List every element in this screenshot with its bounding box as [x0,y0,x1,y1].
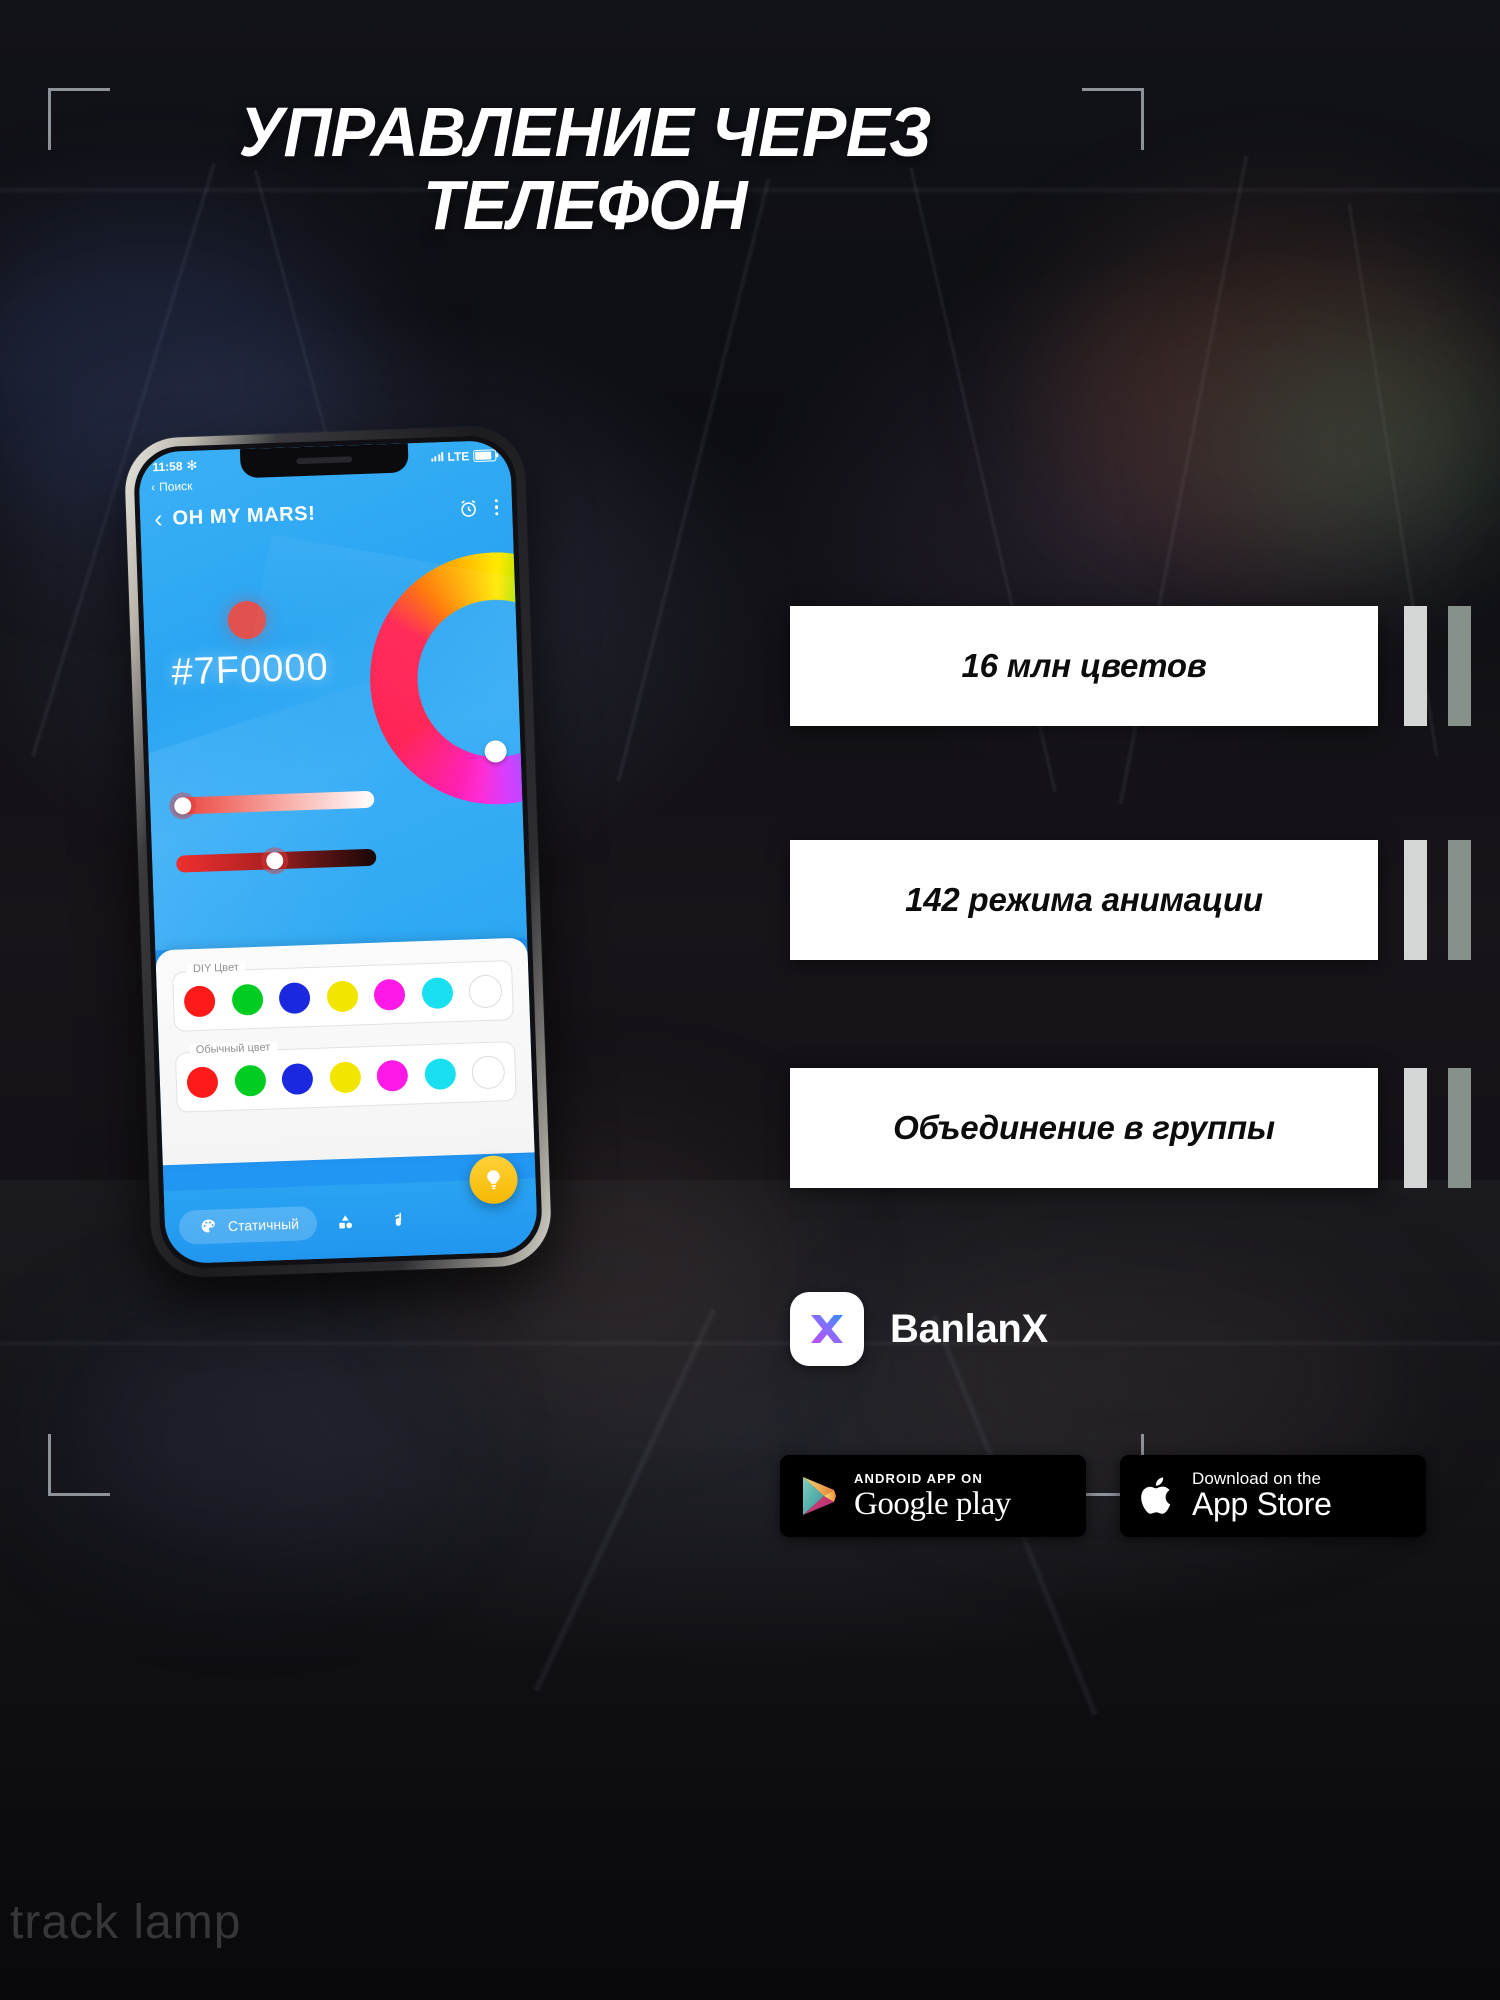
accent-bar-light [1404,1068,1427,1188]
phone-screen[interactable]: #7F0000 11:58 ✻ LTE ‹ Поиск ‹ OH MY MARS… [137,439,539,1265]
carrier-back-label[interactable]: ‹ Поиск [151,479,193,494]
alarm-clock-icon[interactable] [457,497,479,519]
tab-scene[interactable] [323,1211,370,1232]
color-swatch[interactable] [281,1063,314,1096]
color-swatch[interactable] [328,1061,361,1094]
chevron-left-icon[interactable]: ‹ [154,504,163,532]
lightbulb-icon [487,1170,500,1190]
color-swatch[interactable] [233,1064,266,1097]
color-wheel-handle[interactable] [484,740,507,763]
feature-label: 16 млн цветов [961,647,1207,684]
google-play-badge-top-label: ANDROID APP ON [854,1470,983,1486]
normal-color-legend: Обычный цвет [189,1041,277,1057]
color-swatch[interactable] [471,1055,506,1090]
accent-bar-dark [1448,606,1471,726]
brand-name: BanlanX [890,1306,1048,1351]
phone-notch [239,443,409,479]
color-wheel-ring-icon[interactable] [365,548,528,809]
diy-color-legend: DIY Цвет [186,961,246,976]
color-swatch[interactable] [183,985,216,1018]
carrier-label-text: Поиск [158,478,193,495]
headline-line-1: УПРАВЛЕНИЕ ЧЕРЕЗ [238,93,932,171]
headline-line-2: ТЕЛЕФОН [422,165,748,244]
saturation-slider[interactable] [174,790,375,815]
feature-box-animations: 142 режима анимации [790,840,1378,960]
network-label: LTE [447,448,470,464]
google-play-badge[interactable]: ANDROID APP ON Google play [780,1455,1086,1537]
phone-body: #7F0000 11:58 ✻ LTE ‹ Поиск ‹ OH MY MARS… [123,425,553,1279]
brand-lockup: BanlanX [790,1292,1048,1366]
tab-static-label: Статичный [227,1215,300,1234]
palette-icon [197,1215,220,1238]
color-swatch[interactable] [373,978,406,1011]
feature-box-groups: Объединение в группы [790,1068,1378,1188]
status-bar-left: 11:58 ✻ [152,457,197,475]
google-play-triangle-icon [803,1477,836,1515]
color-picker-sheet: DIY Цвет Обычный цвет [155,937,535,1166]
diy-color-swatches [183,974,503,1018]
accent-bar-light [1404,606,1427,726]
app-store-badge-main-label: App Store [1192,1486,1332,1523]
saturation-slider-thumb[interactable] [174,797,192,815]
shapes-icon [339,1215,353,1229]
phone-bezel: #7F0000 11:58 ✻ LTE ‹ Поиск ‹ OH MY MARS… [132,434,544,1270]
hex-value-label: #7F0000 [170,646,330,694]
brightness-slider[interactable] [176,848,377,873]
status-bar-right: LTE [431,448,497,464]
accent-bar-dark [1448,840,1471,960]
app-header-icons [457,497,499,519]
app-store-badge[interactable]: Download on the App Store [1120,1455,1426,1537]
three-dots-vertical-icon[interactable] [494,498,499,516]
feature-label: 142 режима анимации [905,881,1263,918]
music-note-icon [395,1212,402,1226]
color-swatch[interactable] [278,982,311,1015]
color-swatch[interactable] [423,1058,456,1091]
feature-box-colors: 16 млн цветов [790,606,1378,726]
accent-bar-light [1404,840,1427,960]
asterisk-icon: ✻ [186,457,198,473]
banlanx-x-logo-icon [811,1315,843,1343]
color-swatch[interactable] [186,1066,219,1099]
status-time: 11:58 [152,458,183,474]
battery-icon [473,448,497,462]
preview-color-dot [227,600,267,640]
earpiece-speaker [296,456,353,465]
banlanx-logo-mark [790,1292,864,1366]
tab-music[interactable] [375,1209,422,1230]
normal-color-swatches [186,1055,506,1099]
background-floor [0,1180,1500,2000]
page-title: УПРАВЛЕНИЕ ЧЕРЕЗ ТЕЛЕФОН [29,96,1141,242]
google-play-badge-main-label: Google play [854,1485,1011,1522]
signal-bars-icon [431,452,444,462]
lightbulb-fab-button[interactable] [468,1154,519,1205]
color-swatch[interactable] [420,977,454,1010]
watermark-text: track lamp [10,1896,242,1949]
diy-color-group: DIY Цвет [172,959,514,1032]
apple-logo-icon [1141,1477,1171,1514]
poster-canvas: УПРАВЛЕНИЕ ЧЕРЕЗ ТЕЛЕФОН 16 млн цветов 1… [0,0,1500,2000]
color-swatch[interactable] [468,974,503,1009]
color-swatch[interactable] [376,1059,409,1092]
feature-label: Объединение в группы [893,1109,1275,1146]
accent-bar-dark [1448,1068,1471,1188]
tab-static[interactable]: Статичный [178,1205,318,1245]
color-swatch[interactable] [326,980,359,1013]
phone-mockup: #7F0000 11:58 ✻ LTE ‹ Поиск ‹ OH MY MARS… [123,425,553,1279]
bottom-tab-bar: Статичный [163,1154,539,1265]
brightness-slider-thumb[interactable] [265,851,284,870]
store-badges: ANDROID APP ON Google play Download on t… [780,1455,1426,1537]
normal-color-group: Обычный цвет [174,1040,517,1113]
color-swatch[interactable] [231,983,264,1016]
chevron-left-small-icon: ‹ [150,480,156,495]
app-device-title: OH MY MARS! [172,502,316,530]
